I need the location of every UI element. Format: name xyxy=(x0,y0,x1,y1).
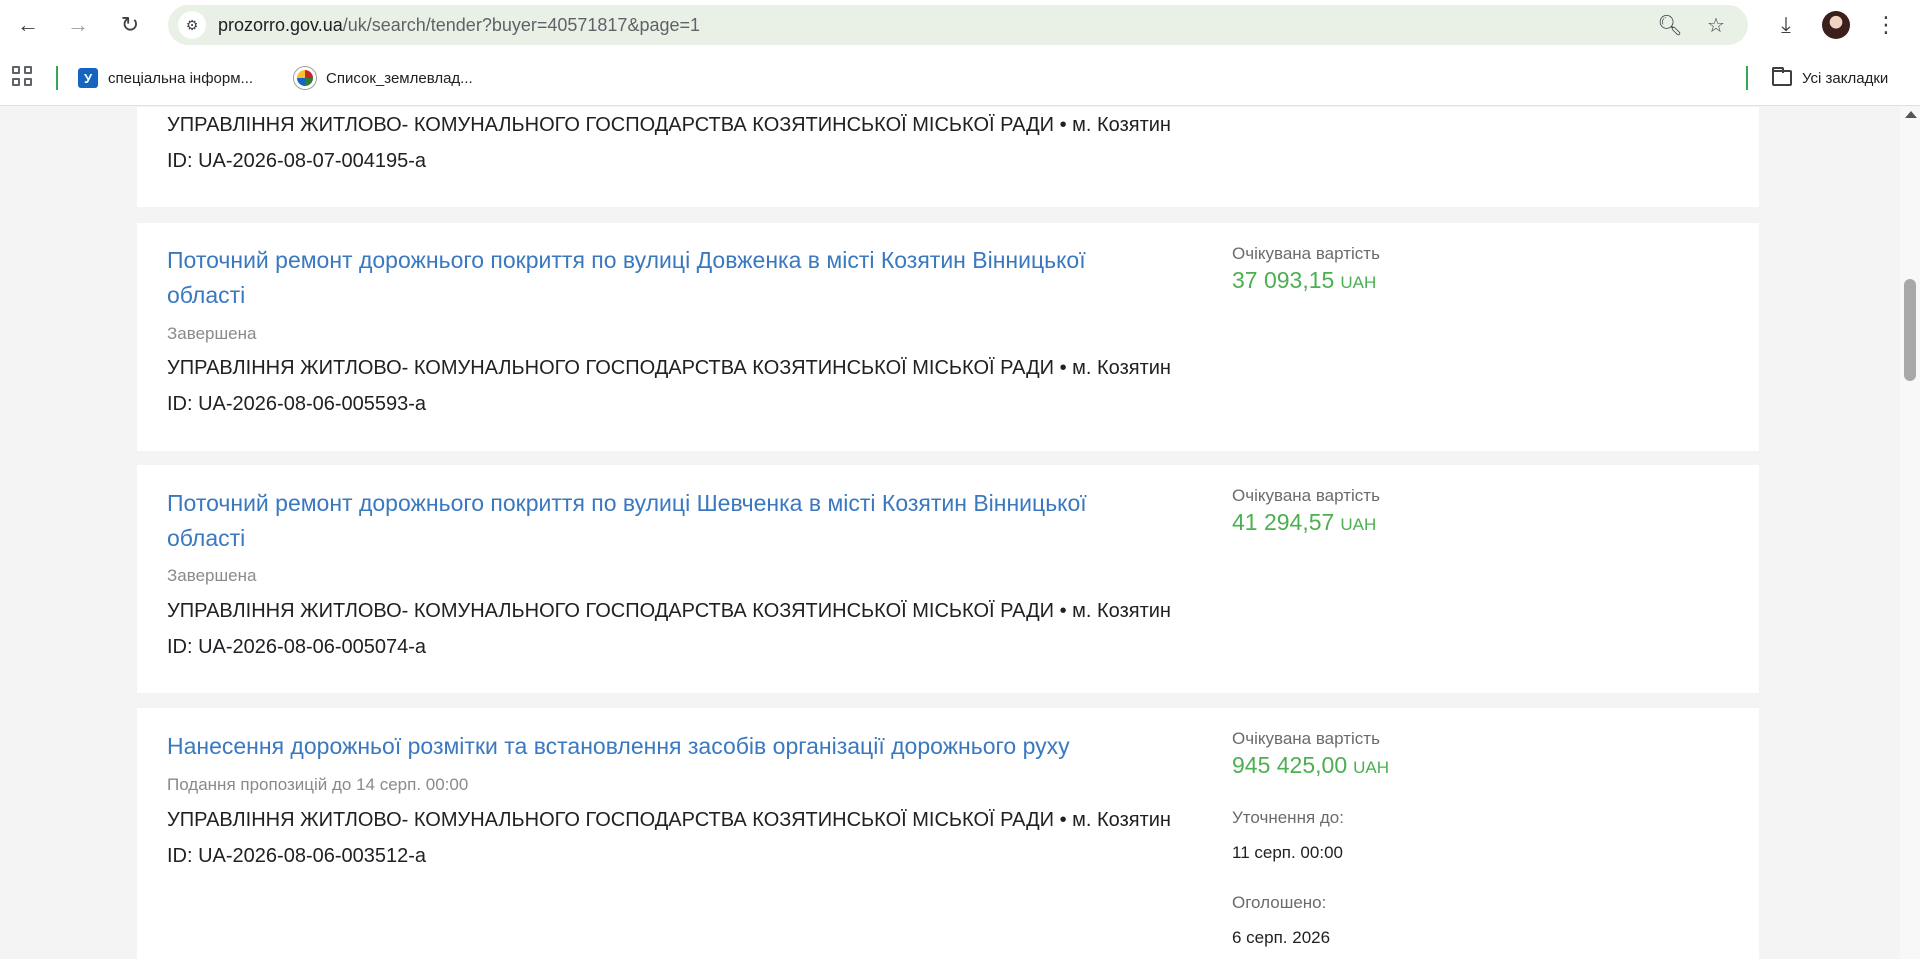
buyer-name[interactable]: УПРАВЛІННЯ ЖИТЛОВО- КОМУНАЛЬНОГО ГОСПОДА… xyxy=(167,357,1171,380)
reload-icon[interactable]: ↻ xyxy=(114,9,146,41)
forward-arrow-icon[interactable]: → xyxy=(62,9,94,41)
bookmarks-divider xyxy=(56,66,58,90)
expected-value: 945 425,00 UAH xyxy=(1232,752,1389,779)
wikipedia-icon xyxy=(294,67,316,89)
bookmarks-bar: У спеціальна інформ... Список_землевлад.… xyxy=(0,50,1920,106)
announced-value: 6 серп. 2026 xyxy=(1232,928,1331,947)
tender-status: Подання пропозицій до 14 серп. 00:00 xyxy=(167,775,469,794)
zoom-icon[interactable]: 🔍︎ xyxy=(1656,11,1684,39)
page-viewport: УПРАВЛІННЯ ЖИТЛОВО- КОМУНАЛЬНОГО ГОСПОДА… xyxy=(0,107,1900,959)
bookmark-item-landowners-list[interactable]: Список_землевлад... xyxy=(294,64,473,92)
tender-title-link[interactable]: Поточний ремонт дорожнього покриття по в… xyxy=(167,486,1177,556)
all-bookmarks-label: Усі закладки xyxy=(1802,69,1889,87)
tender-card: Поточний ремонт дорожнього покриття по в… xyxy=(137,465,1759,693)
expected-value: 41 294,57 UAH xyxy=(1232,509,1376,536)
price-amount: 41 294,57 xyxy=(1232,509,1335,535)
tender-id: ID: UA-2026-08-06-005074-a xyxy=(167,636,427,658)
folder-icon xyxy=(1772,67,1792,86)
price-currency: UAH xyxy=(1340,515,1377,534)
price-currency: UAH xyxy=(1340,273,1377,292)
price-currency: UAH xyxy=(1353,758,1390,777)
apps-grid-icon[interactable] xyxy=(12,66,34,88)
tender-card: Нанесення дорожньої розмітки та встановл… xyxy=(137,708,1759,959)
tender-card: Поточний ремонт дорожнього покриття по в… xyxy=(137,223,1759,451)
tender-title-line: області xyxy=(167,282,246,308)
browser-toolbar: ← → ↻ ⚙ prozorro.gov.ua/uk/search/tender… xyxy=(0,0,1920,50)
price-label: Очікувана вартість xyxy=(1232,729,1380,748)
tender-title-line: Нанесення дорожньої розмітки та встановл… xyxy=(167,733,1070,759)
tender-status: Завершена xyxy=(167,566,257,585)
page-scrollbar[interactable] xyxy=(1900,107,1920,959)
price-label: Очікувана вартість xyxy=(1232,486,1380,505)
buyer-name[interactable]: УПРАВЛІННЯ ЖИТЛОВО- КОМУНАЛЬНОГО ГОСПОДА… xyxy=(167,114,1171,137)
tender-title-link[interactable]: Нанесення дорожньої розмітки та встановл… xyxy=(167,729,1177,764)
site-info-icon[interactable]: ⚙ xyxy=(178,11,206,39)
menu-kebab-icon[interactable]: ⋮ xyxy=(1870,9,1902,41)
tender-id: ID: UA-2026-08-06-005593-a xyxy=(167,393,427,415)
download-icon[interactable]: ⤓ xyxy=(1770,9,1802,41)
back-arrow-icon[interactable]: ← xyxy=(12,9,44,41)
all-bookmarks-button[interactable]: Усі закладки xyxy=(1772,64,1888,92)
clarification-value: 11 серп. 00:00 xyxy=(1232,843,1343,862)
url-path: /uk/search/tender?buyer=40571817&page=1 xyxy=(342,15,701,35)
bookmark-label: Список_землевлад... xyxy=(326,69,473,87)
expected-value: 37 093,15 UAH xyxy=(1232,267,1376,294)
price-label: Очікувана вартість xyxy=(1232,244,1380,263)
price-amount: 945 425,00 xyxy=(1232,752,1348,778)
u-favicon-icon: У xyxy=(78,68,98,88)
bookmarks-divider xyxy=(1746,66,1748,90)
clarification-label: Уточнення до: xyxy=(1232,808,1344,827)
url-text[interactable]: prozorro.gov.ua/uk/search/tender?buyer=4… xyxy=(218,15,700,36)
bookmark-item-special-info[interactable]: У спеціальна інформ... xyxy=(78,64,253,92)
tender-status: Завершена xyxy=(167,324,257,343)
announced-label: Оголошено: xyxy=(1232,893,1327,912)
bookmark-star-icon[interactable]: ☆ xyxy=(1702,11,1730,39)
profile-avatar[interactable] xyxy=(1822,11,1850,39)
buyer-name[interactable]: УПРАВЛІННЯ ЖИТЛОВО- КОМУНАЛЬНОГО ГОСПОДА… xyxy=(167,809,1171,832)
scroll-up-arrow-icon[interactable] xyxy=(1905,111,1917,118)
tender-title-link[interactable]: Поточний ремонт дорожнього покриття по в… xyxy=(167,243,1177,313)
address-bar[interactable]: ⚙ prozorro.gov.ua/uk/search/tender?buyer… xyxy=(168,5,1748,45)
tender-card: УПРАВЛІННЯ ЖИТЛОВО- КОМУНАЛЬНОГО ГОСПОДА… xyxy=(137,107,1759,207)
tender-id: ID: UA-2026-08-07-004195-a xyxy=(167,150,427,172)
url-host: prozorro.gov.ua xyxy=(218,15,343,35)
buyer-name[interactable]: УПРАВЛІННЯ ЖИТЛОВО- КОМУНАЛЬНОГО ГОСПОДА… xyxy=(167,600,1171,623)
tender-title-line: Поточний ремонт дорожнього покриття по в… xyxy=(167,247,1086,273)
tender-title-line: області xyxy=(167,525,246,551)
tender-id: ID: UA-2026-08-06-003512-a xyxy=(167,845,427,867)
price-amount: 37 093,15 xyxy=(1232,267,1335,293)
scrollbar-thumb[interactable] xyxy=(1904,279,1916,381)
tender-title-line: Поточний ремонт дорожнього покриття по в… xyxy=(167,490,1087,516)
bookmark-label: спеціальна інформ... xyxy=(108,69,254,87)
